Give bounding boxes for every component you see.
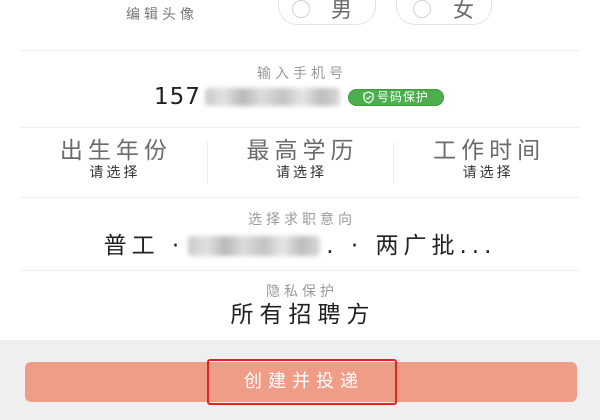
work-experience-picker[interactable]: 工作时间 请选择 bbox=[393, 138, 580, 188]
gender-label-female: 女 bbox=[453, 0, 474, 22]
picker-value: 请选择 bbox=[462, 165, 514, 181]
picker-title: 工作时间 bbox=[433, 138, 546, 164]
divider bbox=[20, 127, 580, 128]
privacy-label: 隐私保护 bbox=[266, 284, 338, 300]
gender-option-female[interactable]: 女 bbox=[396, 0, 492, 25]
number-protection-label: 号码保护 bbox=[376, 89, 429, 104]
job-intent-suffix: . · 两广批... bbox=[326, 233, 497, 259]
column-divider bbox=[207, 142, 208, 184]
job-intent-prefix: 普工 · bbox=[103, 233, 185, 259]
divider bbox=[20, 197, 580, 198]
birth-year-picker[interactable]: 出生年份 请选择 bbox=[20, 138, 207, 188]
job-intent-label: 选择求职意向 bbox=[248, 212, 356, 228]
gender-label-male: 男 bbox=[331, 0, 352, 22]
divider bbox=[20, 270, 580, 271]
job-intent-picker[interactable]: 普工 · . · 两广批... bbox=[0, 232, 600, 260]
education-picker[interactable]: 最高学历 请选择 bbox=[207, 138, 394, 188]
radio-circle-icon bbox=[413, 0, 431, 18]
picker-title: 出生年份 bbox=[59, 138, 172, 164]
picker-value: 请选择 bbox=[89, 165, 141, 181]
phone-field[interactable]: 157 号码保护 bbox=[154, 84, 444, 110]
privacy-setting-value[interactable]: 所有招聘方 bbox=[0, 302, 600, 328]
number-protection-badge[interactable]: 号码保护 bbox=[347, 88, 444, 106]
phone-label: 输入手机号 bbox=[257, 66, 347, 82]
radio-circle-icon bbox=[292, 0, 310, 18]
profile-selectors: 出生年份 请选择 最高学历 请选择 工作时间 请选择 bbox=[20, 138, 580, 188]
create-and-submit-button[interactable]: 创建并投递 bbox=[25, 362, 577, 402]
edit-avatar-label[interactable]: 编辑头像 bbox=[126, 7, 198, 23]
gender-option-male[interactable]: 男 bbox=[278, 0, 376, 25]
picker-value: 请选择 bbox=[276, 165, 327, 181]
column-divider bbox=[393, 142, 394, 184]
shield-check-icon bbox=[363, 90, 374, 104]
job-intent-redacted bbox=[188, 236, 321, 256]
phone-number-redacted bbox=[204, 88, 340, 106]
phone-number: 157 bbox=[154, 84, 201, 110]
picker-title: 最高学历 bbox=[246, 138, 359, 164]
divider bbox=[20, 50, 580, 51]
